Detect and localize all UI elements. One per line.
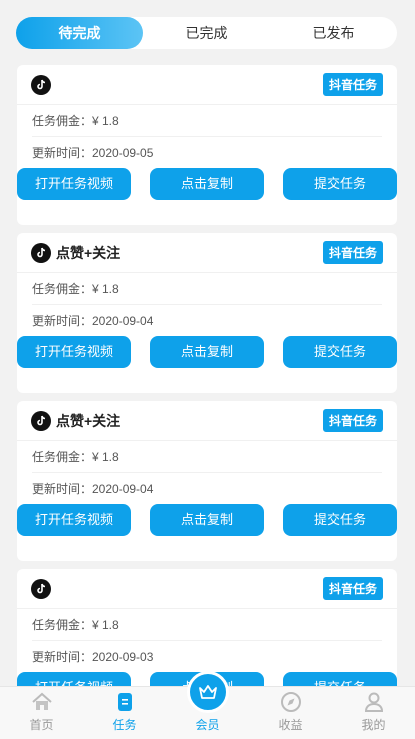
task-icon [114, 691, 136, 713]
task-card: 点赞+关注 抖音任务 任务佣金：¥ 1.8 更新时间：2020-09-04 打开… [17, 233, 397, 393]
task-card-header: 抖音任务 [17, 65, 397, 105]
task-title: 点赞+关注 [56, 412, 121, 429]
tiktok-icon [31, 410, 51, 431]
tiktok-icon [31, 242, 51, 263]
nav-item-task[interactable]: 任务 [83, 687, 166, 739]
updated-time-text: 更新时间：2020-09-04 [32, 314, 154, 328]
task-card-header: 点赞+关注 抖音任务 [17, 401, 397, 441]
updated-time-text: 更新时间：2020-09-03 [32, 650, 154, 664]
copy-button[interactable]: 点击复制 [150, 336, 264, 368]
open-video-button[interactable]: 打开任务视频 [17, 168, 131, 200]
submit-task-button[interactable]: 提交任务 [283, 336, 397, 368]
task-title: 点赞+关注 [56, 244, 121, 261]
task-type-badge: 抖音任务 [322, 241, 383, 264]
task-card: 抖音任务 任务佣金：¥ 1.8 更新时间：2020-09-05 打开任务视频 点… [17, 65, 397, 225]
open-video-button[interactable]: 打开任务视频 [17, 672, 131, 686]
commission-text: 任务佣金：¥ 1.8 [32, 273, 382, 305]
task-card-header: 抖音任务 [17, 569, 397, 609]
user-icon [363, 691, 385, 713]
updated-time-text: 更新时间：2020-09-04 [32, 482, 154, 496]
updated-time-text: 更新时间：2020-09-05 [32, 146, 154, 160]
nav-item-vip[interactable]: 会员 [166, 671, 249, 739]
nav-item-home[interactable]: 首页 [0, 687, 83, 739]
nav-item-mine[interactable]: 我的 [332, 687, 415, 739]
tiktok-icon [31, 74, 51, 95]
crown-icon [186, 671, 229, 713]
submit-task-button[interactable]: 提交任务 [283, 168, 397, 200]
nav-label: 首页 [29, 718, 54, 732]
task-card: 点赞+关注 抖音任务 任务佣金：¥ 1.8 更新时间：2020-09-04 打开… [17, 401, 397, 561]
submit-task-button[interactable]: 提交任务 [283, 672, 397, 686]
open-video-button[interactable]: 打开任务视频 [17, 504, 131, 536]
copy-button[interactable]: 点击复制 [150, 168, 264, 200]
compass-icon [280, 691, 302, 713]
nav-label: 会员 [195, 718, 220, 732]
submit-task-button[interactable]: 提交任务 [283, 504, 397, 536]
nav-item-earnings[interactable]: 收益 [249, 687, 332, 739]
commission-text: 任务佣金：¥ 1.8 [32, 441, 382, 473]
home-icon [31, 691, 53, 713]
status-tabs: 待完成 已完成 已发布 [16, 17, 397, 49]
tab-completed[interactable]: 已完成 [143, 17, 270, 49]
commission-text: 任务佣金：¥ 1.8 [32, 609, 382, 641]
task-type-badge: 抖音任务 [322, 73, 383, 96]
task-type-badge: 抖音任务 [322, 409, 383, 432]
nav-label: 收益 [278, 718, 303, 732]
bottom-nav: 首页 任务 会员 收益 我的 [0, 671, 415, 739]
task-card-header: 点赞+关注 抖音任务 [17, 233, 397, 273]
nav-label: 任务 [112, 718, 137, 732]
tab-pending[interactable]: 待完成 [16, 17, 143, 49]
commission-text: 任务佣金：¥ 1.8 [32, 105, 382, 137]
nav-label: 我的 [361, 718, 386, 732]
task-type-badge: 抖音任务 [322, 577, 383, 600]
tab-published[interactable]: 已发布 [270, 17, 397, 49]
tiktok-icon [31, 578, 51, 599]
task-card: 抖音任务 任务佣金：¥ 1.8 更新时间：2020-09-03 打开任务视频 点… [17, 569, 397, 686]
open-video-button[interactable]: 打开任务视频 [17, 336, 131, 368]
task-list[interactable]: 抖音任务 任务佣金：¥ 1.8 更新时间：2020-09-05 打开任务视频 点… [17, 65, 397, 686]
copy-button[interactable]: 点击复制 [150, 504, 264, 536]
